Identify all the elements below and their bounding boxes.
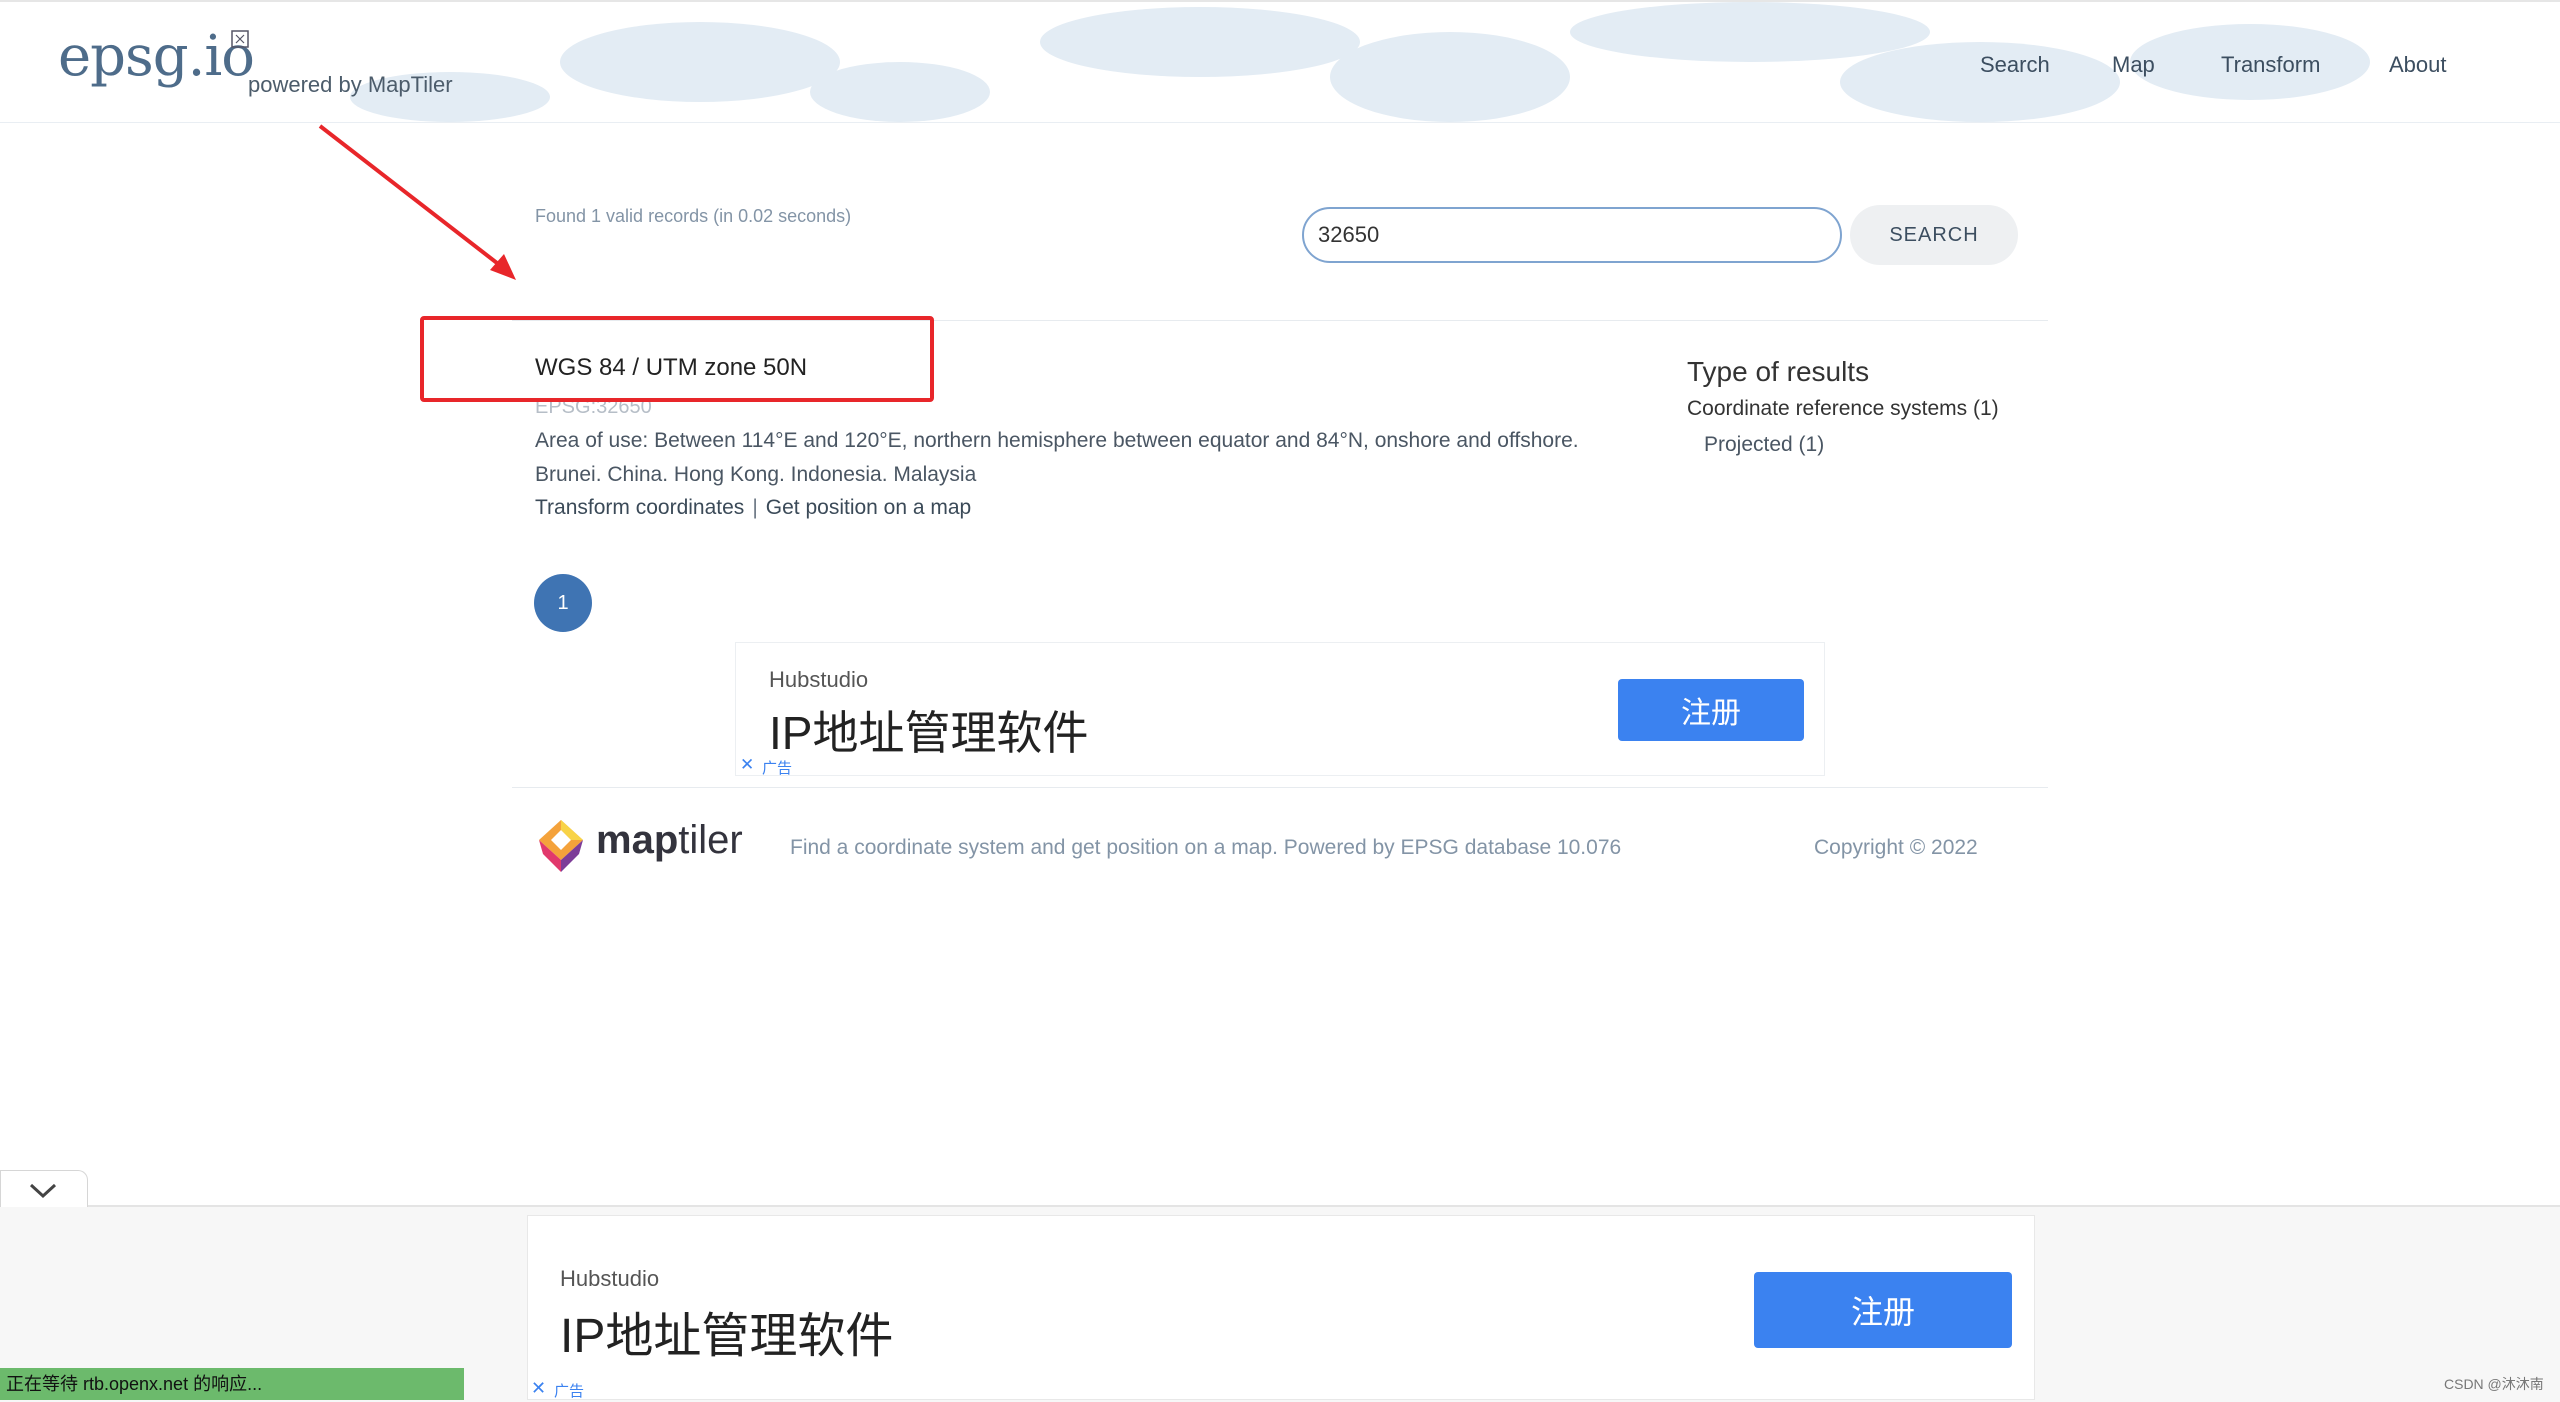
inline-ad[interactable]: Hubstudio IP地址管理软件 注册 ✕ 广告: [735, 642, 1825, 777]
nav-about[interactable]: About: [2389, 52, 2447, 78]
pagination-page-1[interactable]: 1: [534, 574, 592, 632]
filter-crs[interactable]: Coordinate reference systems (1): [1687, 397, 1999, 421]
filter-projected[interactable]: Projected (1): [1704, 433, 1824, 457]
search-input[interactable]: [1302, 207, 1842, 263]
footer-description: Find a coordinate system and get positio…: [790, 836, 1622, 859]
bottom-ad-title[interactable]: IP地址管理软件: [560, 1296, 893, 1366]
ad-title[interactable]: IP地址管理软件: [769, 697, 1088, 763]
footer-divider: [512, 787, 2048, 788]
collapse-ad-button[interactable]: [0, 1170, 88, 1207]
bottom-ad-label: 广告: [554, 1383, 585, 1400]
nav-transform[interactable]: Transform: [2221, 52, 2320, 78]
bottom-ad-close-icon[interactable]: ✕: [531, 1378, 546, 1399]
footer-copyright: Copyright © 2022: [1814, 836, 1978, 859]
type-of-results-heading: Type of results: [1687, 356, 1870, 387]
ad-brand: Hubstudio: [769, 667, 869, 692]
nav-map[interactable]: Map: [2112, 52, 2155, 78]
world-map-background: [350, 2, 2370, 122]
expand-icon: [231, 30, 249, 48]
bottom-ad-brand: Hubstudio: [560, 1266, 660, 1291]
result-links: Transform coordinates | Get position on a …: [535, 496, 971, 520]
ad-register-button[interactable]: 注册: [1618, 679, 1804, 741]
watermark: CSDN @沐沐南: [2444, 1376, 2544, 1392]
transform-coordinates-link[interactable]: Transform coordinates: [535, 496, 744, 519]
powered-by-text[interactable]: powered by MapTiler: [248, 72, 453, 98]
maptiler-logo-text[interactable]: maptiler: [596, 818, 743, 863]
bottom-ad[interactable]: Hubstudio IP地址管理软件 注册 ✕ 广告: [527, 1215, 2035, 1400]
result-countries: Brunei. China. Hong Kong. Indonesia. Mal…: [535, 463, 977, 486]
browser-status-bar: 正在等待 rtb.openx.net 的响应...: [0, 1368, 464, 1400]
bottom-ad-register-button[interactable]: 注册: [1754, 1272, 2012, 1348]
ad-close-icon[interactable]: ✕: [740, 755, 754, 775]
search-button[interactable]: SEARCH: [1850, 205, 2018, 265]
site-logo[interactable]: epsg.io: [58, 24, 255, 89]
link-separator: |: [752, 496, 758, 519]
logo-bold-part: map: [596, 818, 679, 862]
site-header: epsg.io powered by MapTiler Search Map T…: [0, 0, 2560, 123]
maptiler-logo-icon[interactable]: [535, 818, 587, 874]
annotation-highlight-box: [420, 316, 934, 402]
results-count-text: Found 1 valid records (in 0.02 seconds): [535, 206, 852, 226]
get-position-link[interactable]: Get position on a map: [766, 496, 971, 519]
ad-label: 广告: [762, 760, 793, 777]
nav-search[interactable]: Search: [1980, 52, 2050, 78]
logo-light-part: tiler: [678, 818, 743, 862]
chevron-down-icon: [29, 1183, 57, 1199]
annotation-arrow: [318, 124, 516, 280]
result-area-of-use: Area of use: Between 114°E and 120°E, no…: [535, 429, 1579, 452]
